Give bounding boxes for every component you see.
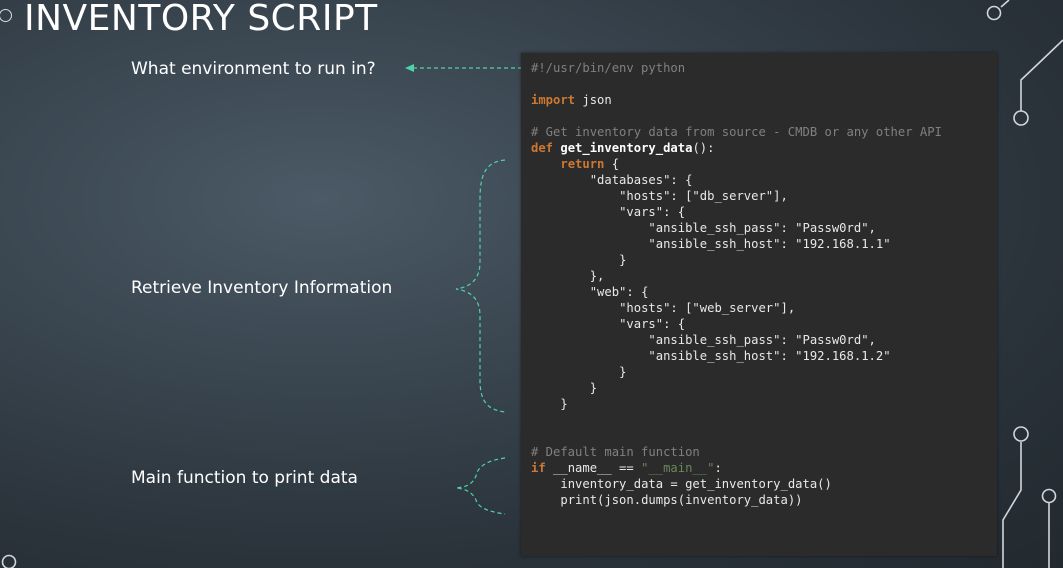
web-vars-close: } bbox=[619, 365, 627, 379]
def-keyword: def bbox=[531, 141, 554, 155]
return-keyword: return bbox=[560, 157, 605, 171]
web-key: "web": { bbox=[589, 285, 649, 299]
web-hosts: "hosts": ["web_server"], bbox=[619, 301, 796, 315]
retrieve-brace bbox=[455, 159, 506, 413]
environment-arrowhead bbox=[405, 64, 414, 72]
assign-line: inventory_data = get_inventory_data() bbox=[560, 477, 832, 491]
shebang-line: #!/usr/bin/env python bbox=[531, 61, 686, 75]
import-module: json bbox=[575, 93, 612, 107]
code-block: #!/usr/bin/env python import json # Get … bbox=[531, 60, 942, 508]
code-panel: #!/usr/bin/env python import json # Get … bbox=[521, 53, 997, 556]
web-ssh-host: "ansible_ssh_host": "192.168.1.2" bbox=[648, 349, 891, 363]
if-condition: __name__ == bbox=[545, 461, 642, 475]
return-close: } bbox=[560, 397, 568, 411]
db-vars-close: } bbox=[619, 253, 627, 267]
if-keyword: if bbox=[531, 461, 546, 475]
db-ssh-pass: "ansible_ssh_pass": "Passw0rd", bbox=[648, 221, 876, 235]
return-open: { bbox=[604, 157, 620, 171]
function-name: get_inventory_data bbox=[560, 141, 693, 155]
databases-close: }, bbox=[589, 269, 605, 283]
db-ssh-host: "ansible_ssh_host": "192.168.1.1" bbox=[648, 237, 891, 251]
web-vars: "vars": { bbox=[619, 317, 686, 331]
main-brace bbox=[455, 457, 506, 515]
databases-key: "databases": { bbox=[589, 173, 693, 187]
import-keyword: import bbox=[531, 93, 576, 107]
db-hosts: "hosts": ["db_server"], bbox=[619, 189, 788, 203]
print-function: print bbox=[560, 493, 598, 507]
web-close: } bbox=[589, 381, 598, 395]
db-vars: "vars": { bbox=[619, 205, 686, 219]
comment-get-inventory: # Get inventory data from source - CMDB … bbox=[531, 125, 942, 139]
function-params: (): bbox=[692, 141, 715, 155]
web-ssh-pass: "ansible_ssh_pass": "Passw0rd", bbox=[648, 333, 876, 347]
main-string: "__main__" bbox=[641, 461, 715, 475]
if-colon: : bbox=[714, 461, 722, 475]
print-args: (json.dumps(inventory_data)) bbox=[597, 493, 803, 507]
label-retrieve-inventory: Retrieve Inventory Information bbox=[131, 278, 393, 298]
slide-title: INVENTORY SCRIPT bbox=[24, 0, 378, 39]
comment-main: # Default main function bbox=[531, 445, 700, 459]
label-main-function: Main function to print data bbox=[131, 468, 358, 488]
label-environment: What environment to run in? bbox=[131, 59, 376, 79]
